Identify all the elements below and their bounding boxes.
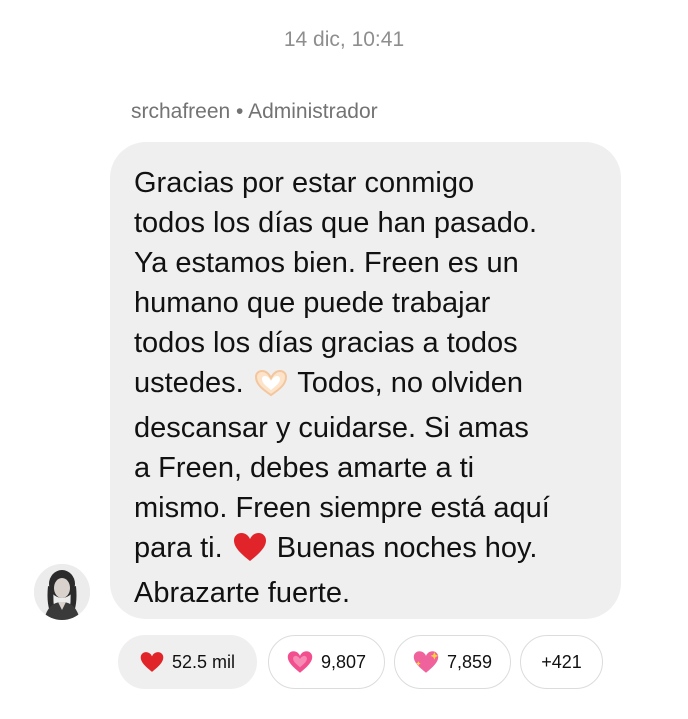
message-line: Ya estamos bien. Freen es un: [134, 247, 519, 279]
reaction-count: 7,859: [446, 651, 493, 672]
red-heart-icon: [140, 651, 164, 673]
reaction-red-heart-button[interactable]: 52.5 mil: [118, 635, 257, 689]
message-line: humano que puede trabajar: [134, 287, 491, 319]
sender-label: srchafreen • Administrador: [131, 100, 378, 123]
reaction-count: 9,807: [320, 651, 367, 672]
message-bubble[interactable]: Gracias por estar conmigo todos los días…: [110, 142, 621, 619]
message-text: Todos, no olviden: [297, 367, 523, 399]
message-text: Buenas noches hoy.: [276, 532, 538, 564]
heart-hands-icon: [254, 368, 288, 408]
message-text: ustedes.: [134, 367, 244, 399]
avatar-icon: [34, 564, 90, 620]
message-line: Gracias por estar conmigo: [134, 167, 475, 199]
pink-hearts-icon: [287, 650, 313, 674]
red-heart-icon: [233, 532, 267, 573]
message-timestamp: 14 dic, 10:41: [283, 28, 405, 51]
reaction-sparkling-heart-button[interactable]: 7,859: [394, 635, 511, 689]
message-line: a Freen, debes amarte a ti: [134, 452, 475, 484]
more-reactions-button[interactable]: +421: [520, 635, 603, 689]
sparkling-heart-icon: [413, 650, 439, 674]
message-line-with-emoji: para ti. Buenas noches hoy.: [134, 528, 601, 573]
message-line: todos los días gracias a todos: [134, 327, 518, 359]
message-line: Abrazarte fuerte.: [134, 577, 350, 609]
message-line: mismo. Freen siempre está aquí: [134, 492, 550, 524]
message-text: para ti.: [134, 532, 223, 564]
reaction-count: 52.5 mil: [171, 651, 236, 672]
message-line: todos los días que han pasado.: [134, 207, 538, 239]
broadcast-channel-view: 14 dic, 10:41 srchafreen • Administrador…: [0, 0, 688, 719]
more-reactions-count: +421: [541, 651, 582, 672]
reaction-pink-hearts-button[interactable]: 9,807: [268, 635, 385, 689]
message-line: descansar y cuidarse. Si amas: [134, 412, 529, 444]
profile-photo-avatar[interactable]: [34, 564, 90, 620]
message-line-with-emoji: ustedes. Todos, no olviden: [134, 363, 601, 408]
